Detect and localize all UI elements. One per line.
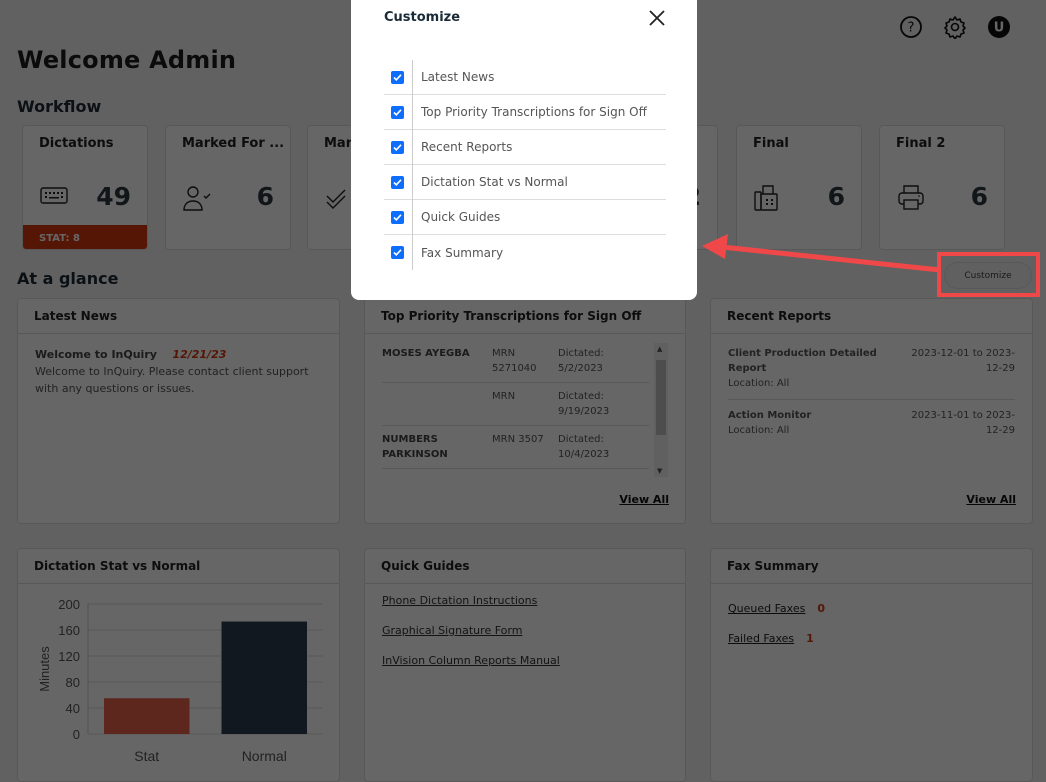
annotation-highlight-box <box>937 252 1040 297</box>
annotation-arrow <box>702 234 941 273</box>
